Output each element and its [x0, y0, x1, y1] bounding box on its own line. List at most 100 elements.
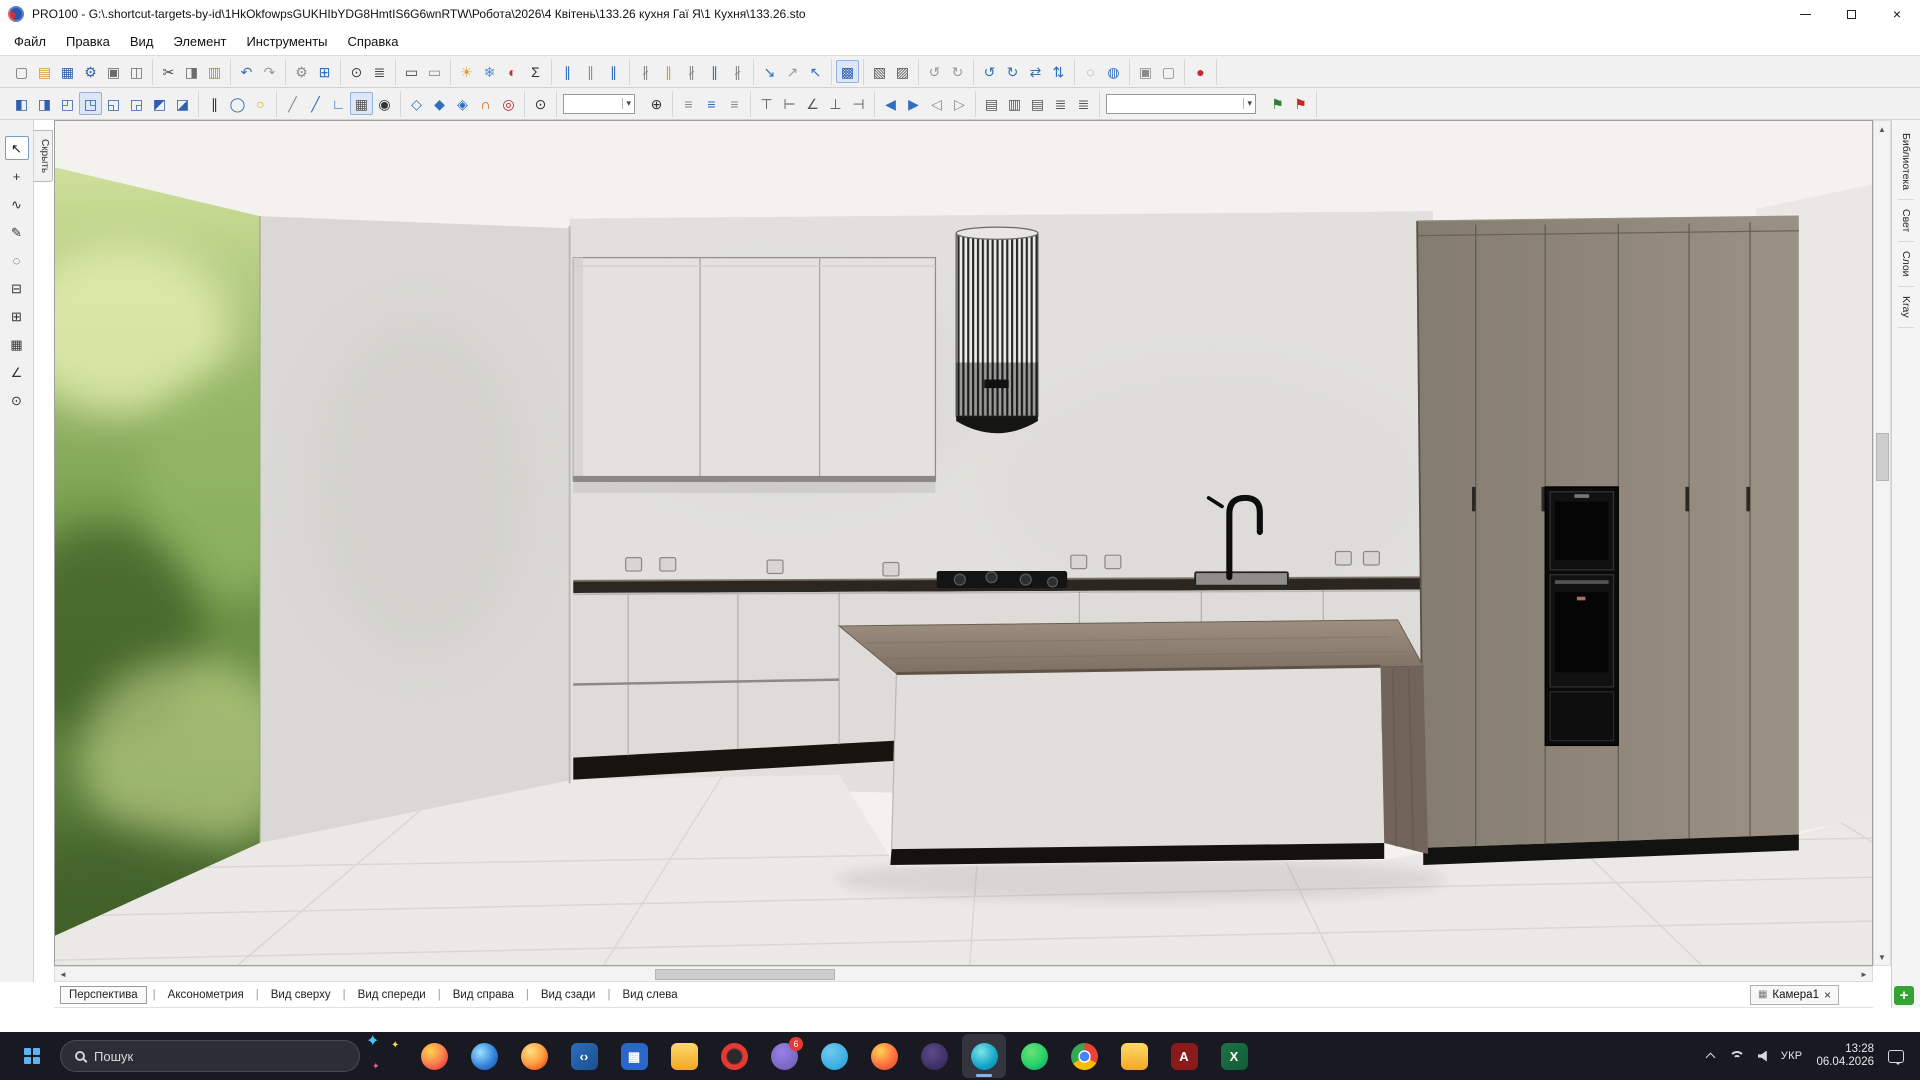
tool-lasso[interactable]: ◌	[5, 248, 29, 272]
group-button[interactable]: ▣	[1134, 60, 1157, 83]
volume-icon[interactable]	[1758, 1051, 1767, 1062]
tool-move[interactable]: +	[5, 164, 29, 188]
align-2-button[interactable]: ≡	[700, 92, 723, 115]
tool-polyline[interactable]: ∿	[5, 192, 29, 216]
view-side-button[interactable]: ◱	[102, 92, 125, 115]
zoom-out-button[interactable]: ⊙	[529, 92, 552, 115]
menu-tools[interactable]: Инструменты	[236, 29, 337, 54]
tab-top-view[interactable]: Вид сверху	[250, 986, 337, 1004]
report-sum-button[interactable]: Σ	[524, 60, 547, 83]
tool-angle[interactable]: ∠	[5, 360, 29, 384]
close-button[interactable]: ×	[1874, 0, 1920, 28]
distribute-3-button[interactable]: ∦	[680, 60, 703, 83]
zoom-combobox[interactable]: ▾	[563, 94, 635, 114]
distribute-h1-button[interactable]: ∥	[556, 60, 579, 83]
light-button[interactable]: ○	[249, 92, 272, 115]
viewport-3d[interactable]	[54, 120, 1873, 966]
panel-tab-kray[interactable]: Kray	[1898, 287, 1914, 328]
lasso-1-button[interactable]: ◌	[1079, 60, 1102, 83]
dim-top-button[interactable]: ⊤	[755, 92, 778, 115]
wifi-icon[interactable]	[1728, 1050, 1744, 1063]
taskbar-app-edge[interactable]	[462, 1034, 506, 1078]
tab-axonometry[interactable]: Аксонометрия	[147, 986, 250, 1004]
view-back-button[interactable]: ◲	[125, 92, 148, 115]
tab-right-view[interactable]: Вид справа	[432, 986, 520, 1004]
align-left-button[interactable]: ▤	[980, 92, 1003, 115]
scroll-left-arrow[interactable]: ◄	[55, 966, 71, 982]
view-iso-1-button[interactable]: ◩	[148, 92, 171, 115]
visibility-button[interactable]: ◉	[373, 92, 396, 115]
distribute-5-button[interactable]: ∦	[726, 60, 749, 83]
view-top-button[interactable]: ◰	[56, 92, 79, 115]
orbit-left-button[interactable]: ↺	[923, 60, 946, 83]
scroll-right-arrow[interactable]: ►	[1856, 966, 1872, 982]
step-right-button[interactable]: ▷	[948, 92, 971, 115]
lasso-2-button[interactable]: ◍	[1102, 60, 1125, 83]
view-perspective-button[interactable]: ◧	[10, 92, 33, 115]
taskbar-app-store[interactable]: ▦	[612, 1034, 656, 1078]
tab-front-view[interactable]: Вид спереди	[337, 986, 432, 1004]
structure-button[interactable]: ≣	[368, 60, 391, 83]
taskbar-app-whatsapp[interactable]	[1012, 1034, 1056, 1078]
taskbar-search[interactable]: Пошук	[60, 1040, 360, 1072]
vertical-scroll-thumb[interactable]	[1876, 433, 1889, 481]
snap-grid-button[interactable]: ▩	[836, 60, 859, 83]
scroll-up-arrow[interactable]: ▲	[1874, 121, 1890, 137]
tab-left-view[interactable]: Вид слева	[601, 986, 683, 1004]
material-combobox[interactable]: ▾	[1106, 94, 1256, 114]
hide-panel-tab[interactable]: Скрыть	[34, 130, 53, 182]
lens-button[interactable]: ◯	[226, 92, 249, 115]
menu-edit[interactable]: Правка	[56, 29, 120, 54]
find-button[interactable]: ⊙	[345, 60, 368, 83]
sheet-2-button[interactable]: ▭	[423, 60, 446, 83]
properties-button[interactable]: ⚙	[290, 60, 313, 83]
list-2-button[interactable]: ≣	[1072, 92, 1095, 115]
tool-zoom[interactable]: ⊙	[5, 388, 29, 412]
settings-button[interactable]: ⚙	[79, 60, 102, 83]
zoom-in-button[interactable]: ⊕	[645, 92, 668, 115]
copy-button[interactable]: ◨	[180, 60, 203, 83]
copilot-button[interactable]: ✦ ✦ ✦	[366, 1034, 406, 1078]
taskbar-app-pro100[interactable]	[962, 1034, 1006, 1078]
diagonal-3-button[interactable]: ↖	[804, 60, 827, 83]
diagonal-1-button[interactable]: ↘	[758, 60, 781, 83]
panel-tab-light[interactable]: Свет	[1898, 200, 1914, 242]
tab-back-view[interactable]: Вид сзади	[520, 986, 602, 1004]
record-button[interactable]: ●	[1189, 60, 1212, 83]
taskbar-app-firefox[interactable]	[412, 1034, 456, 1078]
tray-clock[interactable]: 13:28 06.04.2026	[1816, 1043, 1874, 1069]
tool-dimension-h[interactable]: ⊟	[5, 276, 29, 300]
vertical-scrollbar[interactable]: ▲ ▼	[1873, 120, 1891, 966]
taskbar-app-opera[interactable]	[712, 1034, 756, 1078]
rotate-left-button[interactable]: ↺	[978, 60, 1001, 83]
ungroup-button[interactable]: ▢	[1157, 60, 1180, 83]
taskbar-app-chrome[interactable]	[1062, 1034, 1106, 1078]
distribute-4-button[interactable]: ∥	[703, 60, 726, 83]
align-center-button[interactable]: ▥	[1003, 92, 1026, 115]
print-preview-button[interactable]: ◫	[125, 60, 148, 83]
dim-left-button[interactable]: ⊢	[778, 92, 801, 115]
contrast-button[interactable]: ◐	[501, 60, 524, 83]
start-button[interactable]	[10, 1034, 54, 1078]
flag-no-button[interactable]: ⚑	[1289, 92, 1312, 115]
tool-draw[interactable]: ✎	[5, 220, 29, 244]
align-1-button[interactable]: ≡	[677, 92, 700, 115]
dim-bottom-button[interactable]: ⊥	[824, 92, 847, 115]
taskbar-app-folder[interactable]	[1112, 1034, 1156, 1078]
camera-tab-close-icon[interactable]: ×	[1824, 988, 1831, 1002]
minimize-button[interactable]	[1782, 0, 1828, 28]
dim-right-button[interactable]: ⊣	[847, 92, 870, 115]
sheet-button[interactable]: ▭	[400, 60, 423, 83]
paste-button[interactable]: ▥	[203, 60, 226, 83]
menu-view[interactable]: Вид	[120, 29, 164, 54]
new-button[interactable]: ▢	[10, 60, 33, 83]
select-mode-1-button[interactable]: ▧	[868, 60, 891, 83]
view-axonometric-button[interactable]: ◨	[33, 92, 56, 115]
daylight-button[interactable]: ☀	[455, 60, 478, 83]
view-iso-2-button[interactable]: ◪	[171, 92, 194, 115]
align-3-button[interactable]: ≡	[723, 92, 746, 115]
orbit-right-button[interactable]: ↻	[946, 60, 969, 83]
coldlight-button[interactable]: ❄	[478, 60, 501, 83]
keyboard-language[interactable]: УКР	[1781, 1050, 1803, 1062]
taskbar-app-acrobat[interactable]: A	[1162, 1034, 1206, 1078]
